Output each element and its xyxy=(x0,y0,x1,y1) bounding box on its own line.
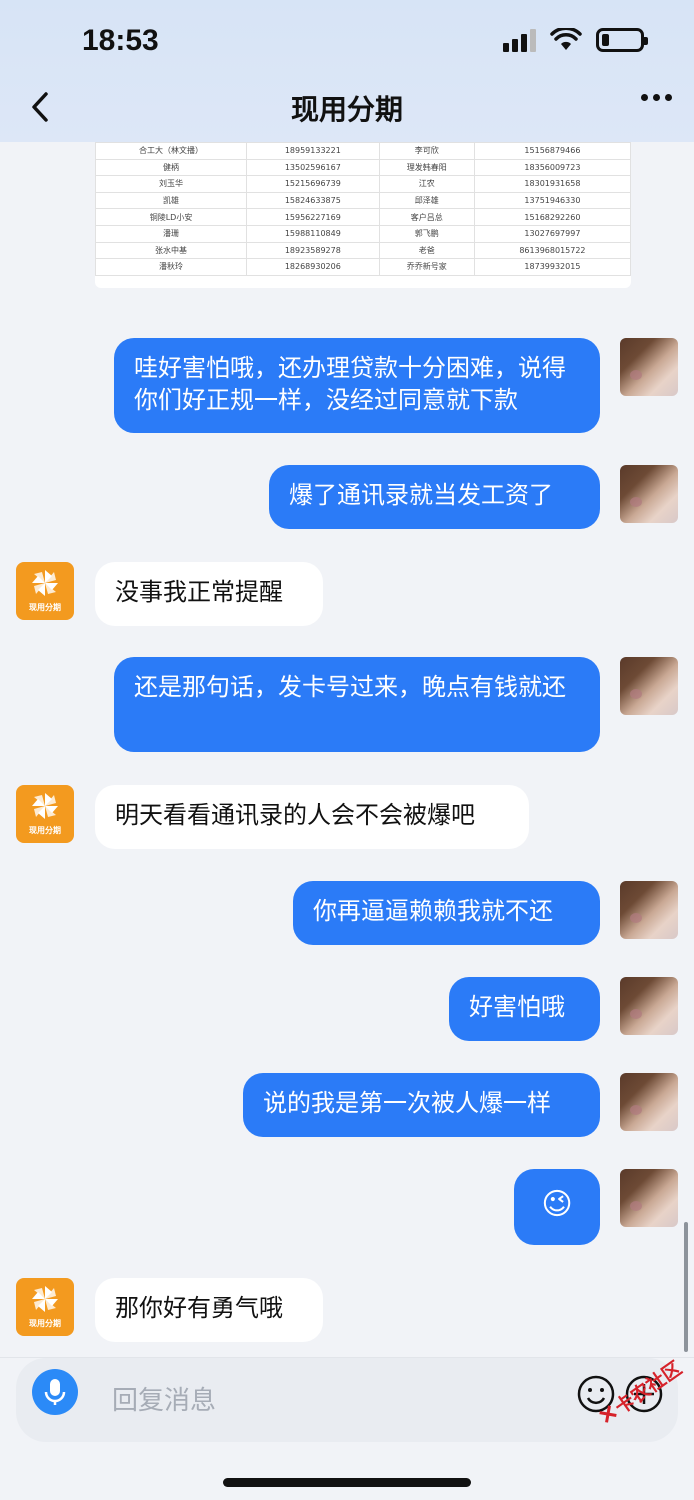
contacts-table-cell: 老爸 xyxy=(378,241,475,260)
contacts-table-cell: 潘秋玲 xyxy=(95,258,248,276)
contacts-table-cell: 刘玉华 xyxy=(95,175,248,193)
bot-message-bubble[interactable]: 那你好有勇气哦 xyxy=(95,1278,323,1342)
contacts-table-row: 合工大（林文播） 18959133221 李可欣 15156879466 xyxy=(95,142,631,160)
bot-message-bubble[interactable]: 明天看看通讯录的人会不会被爆吧 xyxy=(95,785,529,849)
my-message-bubble[interactable]: 你再逼逼赖赖我就不还 xyxy=(293,881,600,945)
message-input-placeholder[interactable]: 回复消息 xyxy=(112,1380,216,1417)
bot-message-bubble[interactable]: 没事我正常提醒 xyxy=(95,562,323,626)
my-avatar[interactable] xyxy=(620,338,678,396)
contacts-table-cell: 13502596167 xyxy=(246,158,380,177)
more-options-button[interactable] xyxy=(641,94,672,101)
contacts-table-cell: 客户吕总 xyxy=(378,208,475,226)
contacts-table-row: 张水中基 18923589278 老爸 8613968015722 xyxy=(95,241,631,260)
my-message-bubble[interactable]: 说的我是第一次被人爆一样 xyxy=(243,1073,600,1137)
contacts-table-row: 潘秋玲 18268930206 乔乔新号家 18739932015 xyxy=(95,258,631,276)
contacts-table-cell: 13751946330 xyxy=(473,191,631,210)
bot-avatar[interactable]: 现用分期 xyxy=(16,562,74,620)
contacts-table-cell: 18739932015 xyxy=(473,258,631,276)
bot-avatar-label: 现用分期 xyxy=(29,1319,61,1328)
my-avatar[interactable] xyxy=(620,977,678,1035)
pinwheel-logo-icon xyxy=(32,793,58,819)
status-icons xyxy=(503,28,648,52)
contacts-table-cell: 理发韩春阳 xyxy=(378,158,475,177)
bot-avatar[interactable]: 现用分期 xyxy=(16,1278,74,1336)
contacts-table-cell: 郭飞鹏 xyxy=(378,224,475,243)
contacts-table-row: 刘玉华 15215696739 江农 18301931658 xyxy=(95,175,631,193)
bot-avatar[interactable]: 现用分期 xyxy=(16,785,74,843)
voice-input-button[interactable] xyxy=(32,1369,78,1415)
contacts-table-cell: 李可欣 xyxy=(378,142,475,160)
contacts-table-row: 铜陵LD小安 15956227169 客户吕总 15168292260 xyxy=(95,208,631,226)
contacts-table-cell: 潘珊 xyxy=(95,224,248,243)
page-title: 现用分期 xyxy=(290,93,403,126)
scrollbar[interactable] xyxy=(684,1222,688,1352)
my-avatar[interactable] xyxy=(620,465,678,523)
contacts-table-cell: 15215696739 xyxy=(246,175,380,193)
status-time: 18:53 xyxy=(82,24,159,57)
contacts-table-cell: 18923589278 xyxy=(246,241,380,260)
contacts-table-cell: 江农 xyxy=(378,175,475,193)
contacts-table-row: 潘珊 15988110849 郭飞鹏 13027697997 xyxy=(95,224,631,243)
contacts-table-cell: 健柄 xyxy=(95,158,248,177)
my-message-bubble[interactable]: 好害怕哦 xyxy=(449,977,600,1041)
contacts-table-cell: 15156879466 xyxy=(473,142,631,160)
my-message-bubble[interactable]: 还是那句话，发卡号过来，晚点有钱就还 xyxy=(114,657,600,752)
contacts-table-cell: 张水中基 xyxy=(95,241,248,260)
contacts-table-cell: 15824633875 xyxy=(246,191,380,210)
contacts-table-cell: 13027697997 xyxy=(473,224,631,243)
home-indicator[interactable] xyxy=(223,1478,471,1487)
pinwheel-logo-icon xyxy=(32,1286,58,1312)
contacts-table-cell: 铜陵LD小安 xyxy=(95,208,248,226)
contacts-table-cell: 15988110849 xyxy=(246,224,380,243)
contacts-table-cell: 凯雄 xyxy=(95,191,248,210)
my-message-bubble[interactable]: 哇好害怕哦，还办理贷款十分困难，说得你们好正规一样，没经过同意就下款 xyxy=(114,338,600,433)
microphone-icon xyxy=(44,1379,66,1405)
contacts-table-cell: 18268930206 xyxy=(246,258,380,276)
contacts-screenshot-image[interactable]: 合工大（林文播） 18959133221 李可欣 15156879466 健柄 13502… xyxy=(95,142,631,288)
cellular-signal-icon xyxy=(503,28,536,52)
my-message-bubble[interactable]: 爆了通讯录就当发工资了 xyxy=(269,465,600,529)
contacts-table-row: 健柄 13502596167 理发韩春阳 18356009723 xyxy=(95,158,631,177)
contacts-table-cell: 18959133221 xyxy=(246,142,380,160)
contacts-table-cell: 乔乔新号家 xyxy=(378,258,475,276)
contacts-table-cell: 18356009723 xyxy=(473,158,631,177)
contacts-table-cell: 8613968015722 xyxy=(473,241,631,260)
contacts-table-cell: 邱泽雄 xyxy=(378,191,475,210)
contacts-table: 合工大（林文播） 18959133221 李可欣 15156879466 健柄 13502… xyxy=(95,142,631,276)
wifi-icon xyxy=(550,28,582,50)
bot-avatar-label: 现用分期 xyxy=(29,826,61,835)
contacts-table-cell: 合工大（林文播） xyxy=(95,142,248,160)
contacts-table-cell: 18301931658 xyxy=(473,175,631,193)
pinwheel-logo-icon xyxy=(32,570,58,596)
contacts-table-cell: 15956227169 xyxy=(246,208,380,226)
my-avatar[interactable] xyxy=(620,657,678,715)
my-avatar[interactable] xyxy=(620,1073,678,1131)
my-message-bubble[interactable]: 😉 xyxy=(514,1169,600,1245)
my-avatar[interactable] xyxy=(620,1169,678,1227)
bot-avatar-label: 现用分期 xyxy=(29,603,61,612)
battery-icon xyxy=(596,28,648,52)
contacts-table-row: 凯雄 15824633875 邱泽雄 13751946330 xyxy=(95,191,631,210)
my-avatar[interactable] xyxy=(620,881,678,939)
contacts-table-cell: 15168292260 xyxy=(473,208,631,226)
